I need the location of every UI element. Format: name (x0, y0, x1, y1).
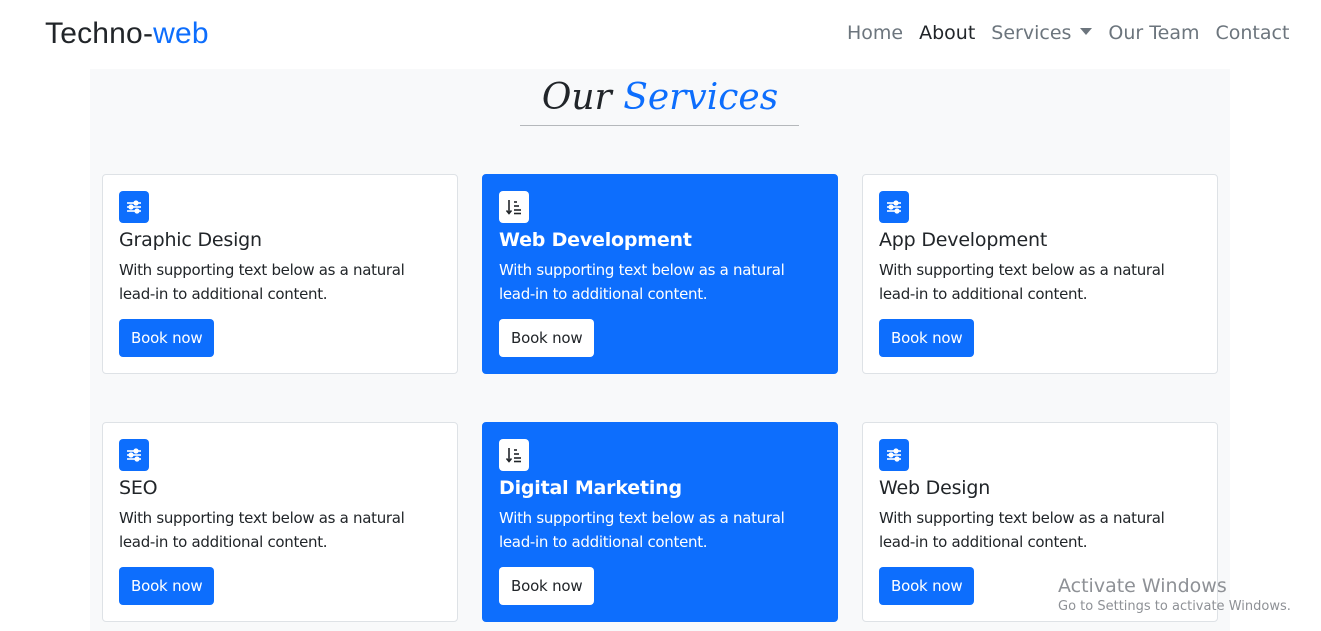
card-title: Web Design (879, 477, 991, 499)
card-text: With supporting text below as a natural … (879, 261, 1165, 303)
card-text: With supporting text below as a natural … (499, 509, 785, 551)
sort-down-icon (499, 439, 529, 471)
nav-links: Home About Services Our Team Contact (847, 18, 1305, 48)
sort-down-icon (499, 191, 529, 223)
card-text: With supporting text below as a natural … (879, 509, 1165, 551)
card-text: With supporting text below as a natural … (119, 509, 405, 551)
services-section: Our Services Graphic Design With support… (90, 69, 1230, 631)
book-now-button[interactable]: Book now (499, 567, 595, 605)
sliders-icon (879, 191, 909, 223)
card-text: With supporting text below as a natural … (119, 261, 405, 303)
nav-link-services-dropdown[interactable]: Services (991, 22, 1093, 44)
nav-link-our-team[interactable]: Our Team (1108, 22, 1199, 44)
book-now-button[interactable]: Book now (499, 319, 595, 357)
activate-windows-watermark: Activate Windows Go to Settings to activ… (1058, 574, 1291, 616)
card-title: Digital Marketing (499, 477, 682, 499)
brand-logo[interactable]: Techno-web (45, 14, 209, 54)
nav-link-services-label: Services (991, 22, 1072, 44)
section-title-accent: Services (623, 77, 779, 118)
sliders-icon (119, 439, 149, 471)
book-now-button[interactable]: Book now (119, 319, 215, 357)
caret-down-icon (1080, 28, 1093, 35)
service-card-web-development: Web Development With supporting text bel… (482, 174, 838, 374)
watermark-title: Activate Windows (1058, 575, 1227, 597)
section-title-prefix: Our (541, 77, 612, 118)
card-title: SEO (119, 477, 158, 499)
title-divider (520, 125, 799, 126)
book-now-button[interactable]: Book now (879, 319, 975, 357)
service-card-graphic-design: Graphic Design With supporting text belo… (102, 174, 458, 374)
card-text: With supporting text below as a natural … (499, 261, 785, 303)
watermark-subtitle: Go to Settings to activate Windows. (1058, 599, 1291, 614)
service-card-digital-marketing: Digital Marketing With supporting text b… (482, 422, 838, 622)
navbar: Techno-web Home About Services Our Team … (0, 0, 1321, 69)
nav-link-contact[interactable]: Contact (1216, 22, 1290, 44)
service-card-app-development: App Development With supporting text bel… (862, 174, 1218, 374)
brand-prefix: Techno- (45, 17, 154, 50)
book-now-button[interactable]: Book now (119, 567, 215, 605)
sliders-icon (119, 191, 149, 223)
card-title: App Development (879, 229, 1048, 251)
brand-accent: web (153, 17, 209, 50)
nav-link-about[interactable]: About (919, 22, 975, 44)
service-card-seo: SEO With supporting text below as a natu… (102, 422, 458, 622)
book-now-button[interactable]: Book now (879, 567, 975, 605)
card-title: Graphic Design (119, 229, 262, 251)
section-title: Our Services (90, 75, 1230, 121)
sliders-icon (879, 439, 909, 471)
nav-link-home[interactable]: Home (847, 22, 903, 44)
card-title: Web Development (499, 229, 692, 251)
